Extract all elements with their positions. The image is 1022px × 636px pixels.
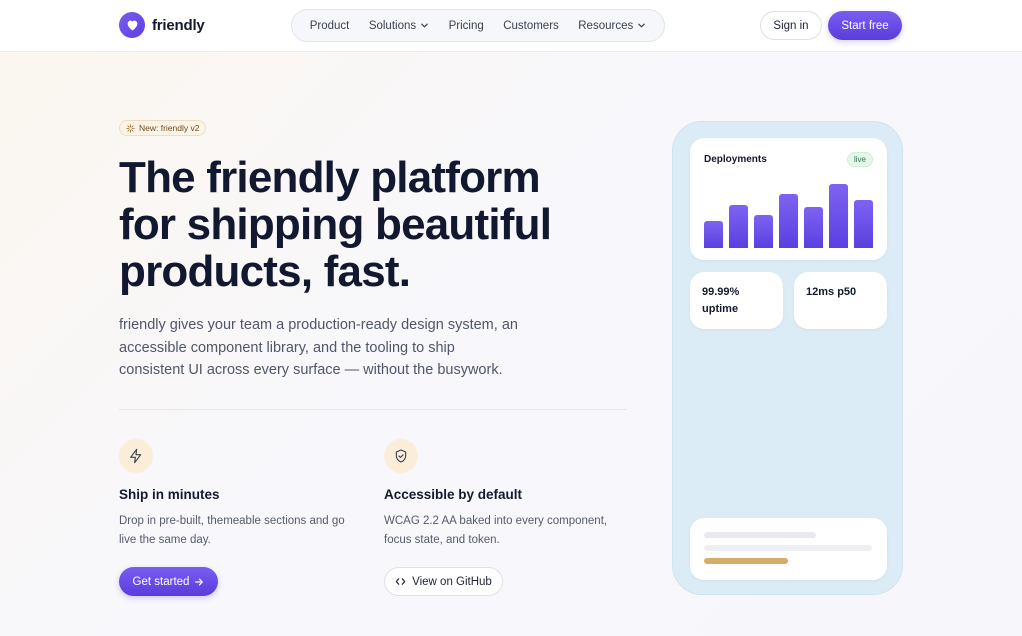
skeleton-line bbox=[704, 545, 872, 551]
description-line: consistent UI across every surface — wit… bbox=[119, 362, 503, 378]
github-label: View on GitHub bbox=[412, 575, 492, 588]
lightning-icon bbox=[119, 439, 153, 473]
skeleton-line bbox=[704, 532, 816, 538]
announcement-badge[interactable]: New: friendly v2 bbox=[119, 120, 207, 136]
deploy-bar bbox=[704, 221, 723, 248]
feature-text-line: live the same day. bbox=[119, 534, 211, 546]
start-free-button[interactable]: Start free bbox=[828, 11, 902, 40]
feature-text-line: Drop in pre-built, themeable sections an… bbox=[119, 515, 345, 527]
deployments-card: Deployments live bbox=[690, 138, 887, 260]
headline-line: The friendly platform bbox=[119, 153, 541, 202]
chevron-down-icon bbox=[421, 23, 428, 28]
nav-item-pricing[interactable]: Pricing bbox=[449, 20, 484, 32]
nav-item-label: Resources bbox=[578, 19, 634, 32]
chevron-down-icon bbox=[638, 23, 646, 28]
section-divider bbox=[119, 409, 627, 410]
deploy-bar bbox=[779, 194, 798, 248]
feature-text-line: focus state, and token. bbox=[384, 534, 500, 546]
nav-item-label: Pricing bbox=[448, 19, 484, 32]
product-preview-panel: Deployments live 99.99% uptime 12ms p50 bbox=[672, 121, 903, 595]
description-line: accessible component library, and the to… bbox=[119, 339, 455, 356]
feature-description: WCAG 2.2 AA baked into every component, … bbox=[384, 512, 624, 550]
metric-value: 12ms p50 bbox=[806, 284, 856, 301]
badge-label: New: friendly v2 bbox=[139, 123, 200, 133]
hero-description: friendly gives your team a production-re… bbox=[119, 314, 549, 382]
nav-item-label: Product bbox=[309, 19, 350, 32]
nav-item-solutions[interactable]: Solutions bbox=[369, 20, 429, 32]
main-nav-menu: Product Solutions Pricing Customers Reso… bbox=[291, 9, 665, 42]
nav-item-label: Customers bbox=[503, 19, 559, 32]
deploy-bar bbox=[729, 205, 748, 248]
nav-item-label: Solutions bbox=[368, 19, 417, 32]
deploy-bar bbox=[804, 207, 823, 248]
live-status-badge: live bbox=[846, 152, 873, 167]
nav-item-customers[interactable]: Customers bbox=[503, 20, 559, 32]
brand-logo-link[interactable]: friendly bbox=[119, 12, 205, 38]
progress-line bbox=[704, 558, 788, 564]
deployments-title: Deployments bbox=[704, 154, 767, 165]
feature-title: Accessible by default bbox=[384, 487, 523, 502]
uptime-metric-card: 99.99% uptime bbox=[690, 272, 783, 329]
view-on-github-button[interactable]: View on GitHub bbox=[384, 567, 503, 596]
brand-name: friendly bbox=[152, 16, 205, 34]
top-nav: friendly Product Solutions Pricing Custo… bbox=[0, 0, 1022, 52]
feature-title: Ship in minutes bbox=[119, 487, 220, 502]
code-icon bbox=[395, 578, 406, 585]
metric-line: 12ms p50 bbox=[806, 286, 857, 298]
deploy-bar bbox=[829, 184, 848, 248]
headline-line: for shipping beautiful bbox=[119, 200, 552, 249]
get-started-button[interactable]: Get started bbox=[119, 567, 218, 596]
deployments-bar-chart bbox=[704, 178, 873, 248]
heart-logo-icon bbox=[119, 12, 145, 38]
latency-metric-card: 12ms p50 bbox=[794, 272, 887, 329]
headline-line: products, fast. bbox=[119, 247, 411, 296]
deploy-bar bbox=[854, 200, 873, 248]
metric-line: uptime bbox=[702, 303, 739, 315]
arrow-right-icon bbox=[195, 578, 204, 585]
hero-headline: The friendly platform for shipping beaut… bbox=[119, 154, 619, 295]
metric-value: 99.99% uptime bbox=[702, 284, 739, 318]
nav-item-product[interactable]: Product bbox=[310, 20, 350, 32]
feature-text-line: WCAG 2.2 AA baked into every component, bbox=[384, 515, 608, 527]
get-started-label: Get started bbox=[132, 575, 190, 588]
skeleton-card bbox=[690, 518, 887, 580]
sign-in-button[interactable]: Sign in bbox=[760, 11, 822, 40]
sparkle-icon bbox=[126, 123, 135, 133]
shield-check-icon bbox=[384, 439, 418, 473]
deploy-bar bbox=[754, 215, 773, 248]
metric-line: 99.99% bbox=[702, 286, 740, 298]
nav-item-resources[interactable]: Resources bbox=[578, 20, 646, 32]
description-line: friendly gives your team a production-re… bbox=[119, 317, 518, 333]
feature-description: Drop in pre-built, themeable sections an… bbox=[119, 512, 359, 550]
